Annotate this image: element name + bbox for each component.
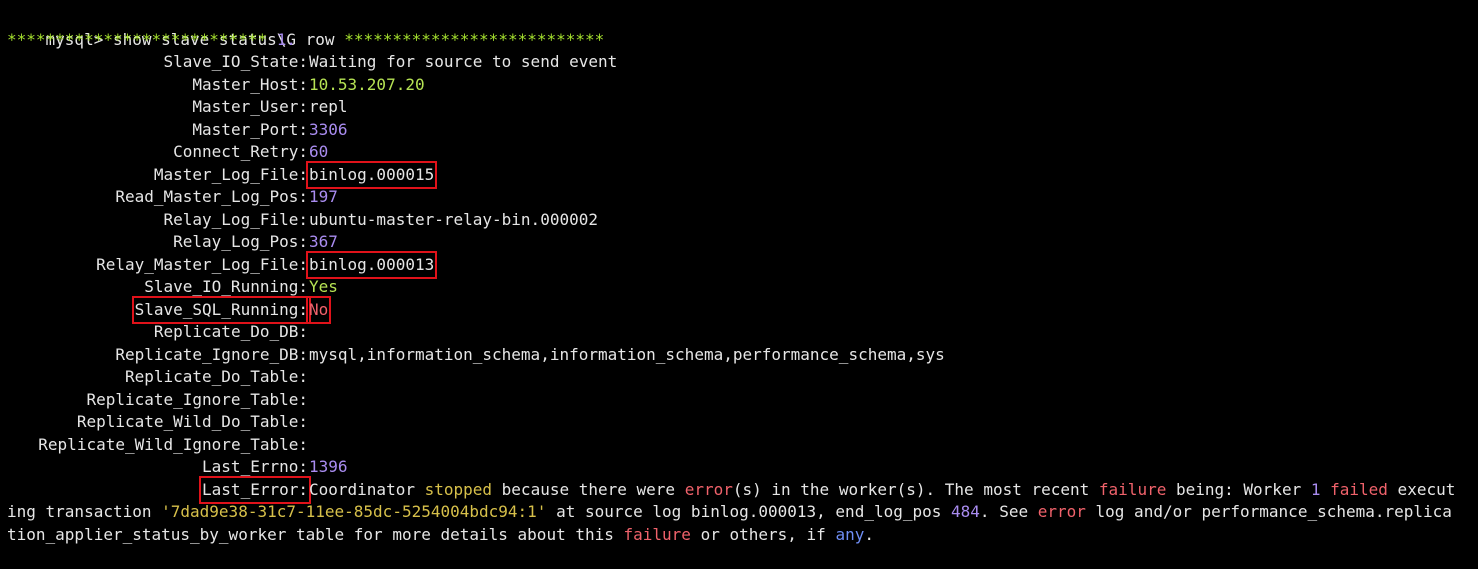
field-value: mysql,information_schema,information_sch… [309, 344, 945, 364]
field-value: 10.53.207.20 [309, 74, 425, 94]
field-value: No [305, 295, 332, 324]
status-row: Master_Log_File: binlog.000015 [7, 160, 1478, 189]
field-name: Read_Master_Log_Pos: [115, 187, 308, 206]
error-text-segment: log and/or performance_schema.replica [1085, 502, 1452, 521]
prompt-line: mysql> show slave status\G [7, 6, 1478, 49]
field-name: Replicate_Do_Table: [124, 367, 308, 386]
status-row: Relay_Log_Pos: 367 [7, 231, 1478, 254]
last-error-line-3: tion_applier_status_by_worker table for … [7, 524, 1478, 547]
field-name: Replicate_Do_DB: [153, 322, 308, 341]
error-text-segment: error [1037, 502, 1086, 521]
status-row: Replicate_Wild_Ignore_Table: [7, 434, 1478, 457]
status-row: Relay_Log_File: ubuntu-master-relay-bin.0… [7, 209, 1478, 232]
field-value: binlog.000015 [305, 160, 438, 189]
field-value: repl [309, 97, 348, 116]
error-text-segment: '7dad9e38-31c7-11ee-85dc-5254004bdc94:1' [161, 502, 547, 521]
error-text-segment: being: Worker [1166, 479, 1311, 499]
row-number: 1. [276, 29, 296, 49]
error-text-segment: stopped [424, 479, 493, 499]
status-row: Replicate_Ignore_DB: mysql,information_sc… [7, 344, 1478, 367]
status-row: Replicate_Wild_Do_Table: [7, 411, 1478, 434]
field-name: Replicate_Ignore_Table: [86, 389, 308, 409]
field-value: 60 [309, 142, 329, 161]
status-row: Slave_IO_State: Waiting for source to sen… [7, 51, 1478, 74]
field-value: Waiting for source to send event [309, 52, 618, 71]
error-text-segment: execut [1387, 479, 1456, 499]
status-row: Read_Master_Log_Pos: 197 [7, 186, 1478, 209]
row-word: row [305, 29, 335, 49]
error-text-segment: ing transaction [7, 502, 162, 521]
error-text-segment: (s) in the worker(s). The most recent [732, 479, 1099, 499]
field-name: Replicate_Ignore_DB: [115, 344, 308, 364]
error-text-segment: . [864, 524, 874, 544]
error-text-segment: failure [623, 524, 691, 544]
error-text-segment: Coordinator [309, 479, 425, 499]
field-value: Yes [309, 277, 338, 296]
field-name: Replicate_Wild_Do_Table: [76, 412, 308, 431]
status-row: Master_User: repl [7, 96, 1478, 119]
error-text-segment: 484 [951, 502, 980, 521]
stars-left: *************************** [7, 29, 268, 49]
field-name: Relay_Log_File: [163, 209, 309, 229]
field-name: Connect_Retry: [173, 142, 308, 161]
error-text-segment: failed [1330, 479, 1388, 499]
error-text-segment: or others, if [690, 524, 836, 544]
field-name: Replicate_Wild_Ignore_Table: [38, 434, 308, 454]
field-value: ubuntu-master-relay-bin.000002 [309, 209, 598, 229]
field-name: Relay_Master_Log_File: [96, 254, 308, 274]
status-row: Replicate_Do_DB: [7, 321, 1478, 344]
error-text-segment [1320, 480, 1330, 499]
row-header: *************************** 1. row *****… [7, 29, 1478, 52]
field-name: Master_Log_File: [153, 164, 308, 184]
last-error-row: Last_Error: Coordinator stopped because … [7, 475, 1478, 504]
status-rows: Slave_IO_State: Waiting for source to sen… [7, 51, 1478, 479]
field-value: 1396 [309, 457, 348, 476]
error-text-segment: error [684, 479, 733, 499]
error-text-segment: tion_applier_status_by_worker table for … [7, 524, 624, 544]
field-name: Slave_IO_State: [163, 52, 309, 71]
error-text-segment: because there were [492, 479, 685, 499]
error-text-segment: failure [1098, 479, 1167, 499]
error-text-segment: any [835, 524, 865, 544]
last-error-line-1: Coordinator stopped because there were e… [309, 479, 1455, 502]
status-row: Slave_IO_Running: Yes [7, 276, 1478, 299]
field-value: 367 [309, 232, 338, 251]
stars-right: *************************** [344, 29, 605, 49]
field-name: Master_Host: [192, 74, 308, 94]
field-name: Master_Port: [192, 119, 308, 139]
terminal-window[interactable]: mysql> show slave status\G *************… [0, 0, 1478, 546]
error-text-segment: at source log binlog.000013, end_log_pos [546, 502, 952, 521]
field-value: binlog.000013 [305, 250, 438, 279]
field-name: Slave_IO_Running: [144, 277, 308, 296]
status-row: Relay_Master_Log_File: binlog.000013 [7, 250, 1478, 279]
last-error-line-2: ing transaction '7dad9e38-31c7-11ee-85dc… [7, 501, 1478, 524]
status-row: Replicate_Do_Table: [7, 366, 1478, 389]
status-row: Replicate_Ignore_Table: [7, 389, 1478, 412]
status-row: Last_Errno: 1396 [7, 456, 1478, 479]
field-value: 3306 [309, 119, 348, 139]
status-row: Master_Port: 3306 [7, 119, 1478, 142]
field-name: Slave_SQL_Running: [131, 295, 312, 324]
field-name: Relay_Log_Pos: [173, 232, 308, 251]
field-name: Last_Errno: [202, 457, 308, 476]
status-row: Slave_SQL_Running: No [7, 295, 1478, 324]
status-row: Master_Host: 10.53.207.20 [7, 74, 1478, 97]
last-error-field: Last_Error: [199, 475, 311, 504]
status-row: Connect_Retry: 60 [7, 141, 1478, 164]
error-text-segment: . See [979, 502, 1038, 521]
field-value: 197 [309, 187, 338, 206]
field-name: Master_User: [192, 97, 308, 116]
